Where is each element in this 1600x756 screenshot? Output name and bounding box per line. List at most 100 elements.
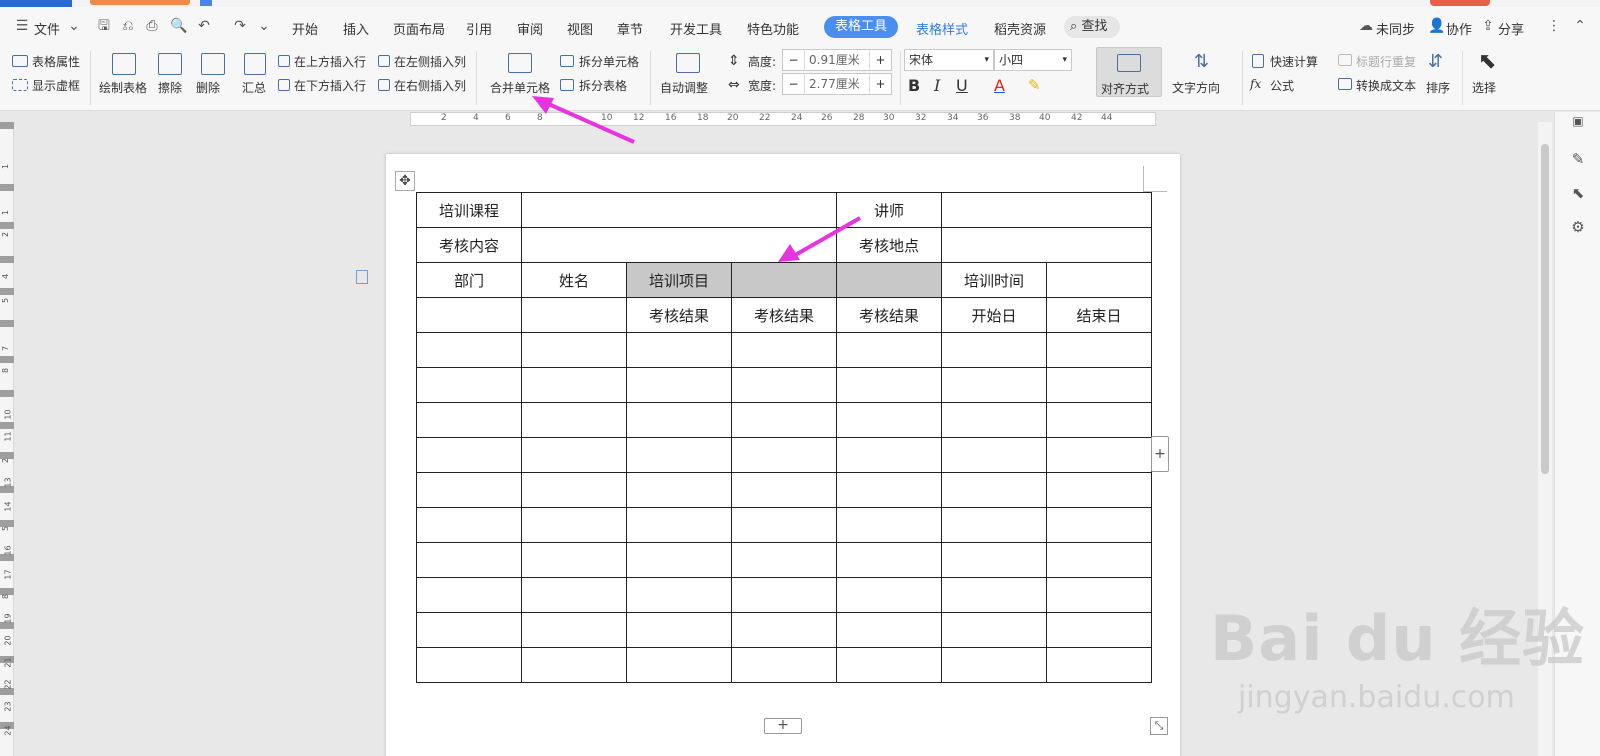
table-cell[interactable]	[731, 472, 837, 508]
formula-button[interactable]: 公式	[1270, 77, 1294, 94]
table-cell[interactable]	[521, 332, 627, 368]
title-repeat-button[interactable]: 标题行重复	[1356, 53, 1416, 70]
table-cell[interactable]	[521, 437, 627, 473]
table-cell[interactable]: 部门	[416, 262, 522, 298]
tab-developer[interactable]: 开发工具	[670, 19, 722, 38]
app-tab[interactable]	[0, 0, 72, 7]
pen-icon[interactable]: ✎	[1569, 150, 1587, 168]
document-icon[interactable]	[356, 270, 368, 284]
table-cell[interactable]	[941, 612, 1047, 648]
table-cell[interactable]	[1046, 402, 1152, 438]
table-cell[interactable]	[521, 367, 627, 403]
table-cell[interactable]	[941, 542, 1047, 578]
text-direction-button[interactable]: 文字方向	[1172, 79, 1220, 96]
collab-button[interactable]: 协作	[1446, 19, 1472, 38]
align-button[interactable]: 对齐方式	[1096, 47, 1162, 97]
show-grid-button[interactable]: 显示虚框	[32, 77, 80, 94]
table-cell[interactable]	[836, 367, 942, 403]
split-cells-button[interactable]: 拆分单元格	[579, 53, 639, 70]
add-column-button[interactable]: +	[1151, 436, 1169, 472]
table-cell[interactable]	[836, 472, 942, 508]
table-cell[interactable]	[416, 577, 522, 613]
table-cell[interactable]	[731, 367, 837, 403]
table-cell[interactable]	[1046, 437, 1152, 473]
auto-adjust-button[interactable]: 自动调整	[660, 79, 708, 96]
settings-sliders-icon[interactable]: ⚙	[1569, 218, 1587, 236]
panel-toggle-icon[interactable]: ▣	[1569, 112, 1587, 130]
erase-button[interactable]: 擦除	[158, 79, 182, 96]
collapse-ribbon-icon[interactable]: ⌃	[1572, 18, 1588, 34]
table-cell[interactable]	[626, 612, 732, 648]
table-cell[interactable]	[941, 647, 1047, 683]
table-cell[interactable]	[521, 612, 627, 648]
table-cell[interactable]	[626, 577, 732, 613]
table-props-button[interactable]: 表格属性	[32, 53, 80, 70]
table-cell[interactable]	[626, 647, 732, 683]
search-button[interactable]: ⌕ 查找	[1064, 16, 1120, 38]
table-cell[interactable]	[626, 472, 732, 508]
tab-features[interactable]: 特色功能	[747, 19, 799, 38]
print-preview-icon[interactable]: 🔍	[170, 18, 187, 34]
table-cell[interactable]	[731, 507, 837, 543]
table-cell[interactable]	[1046, 577, 1152, 613]
italic-icon[interactable]: I	[934, 76, 940, 95]
table-cell[interactable]	[626, 542, 732, 578]
add-row-button[interactable]: +	[764, 718, 802, 734]
table-cell[interactable]	[521, 647, 627, 683]
hamburger-icon[interactable]: ☰	[14, 18, 30, 34]
table-cell[interactable]	[626, 437, 732, 473]
table-cell[interactable]	[521, 507, 627, 543]
table-cell[interactable]: 培训时间	[941, 262, 1047, 298]
table-cell[interactable]	[521, 472, 627, 508]
table-cell[interactable]	[836, 577, 942, 613]
unsync-button[interactable]: 未同步	[1376, 19, 1415, 38]
table-cell[interactable]	[1046, 542, 1152, 578]
more-icon[interactable]: ⋮	[1546, 18, 1562, 34]
insert-left-button[interactable]: 在左侧插入列	[394, 53, 466, 70]
highlight-icon[interactable]: ✎	[1028, 76, 1041, 94]
table-cell[interactable]	[626, 507, 732, 543]
table-cell[interactable]	[521, 402, 627, 438]
table-cell[interactable]	[941, 192, 1152, 228]
table-cell[interactable]	[731, 577, 837, 613]
table-cell[interactable]	[1046, 332, 1152, 368]
pointer-icon[interactable]: ⬉	[1569, 184, 1587, 202]
table-cell[interactable]	[941, 437, 1047, 473]
table-cell[interactable]	[521, 542, 627, 578]
menu-file[interactable]: 文件	[34, 19, 60, 38]
table-resize-handle[interactable]: ⤡	[1150, 717, 1168, 735]
table-cell[interactable]	[731, 612, 837, 648]
to-text-button[interactable]: 转换成文本	[1356, 77, 1416, 94]
horizontal-ruler[interactable]: 2 4 6 8 10 12 16 18 20 22 24 26 28 30 32 34 36 38 40 42 44	[410, 112, 1156, 126]
table-cell[interactable]	[416, 367, 522, 403]
customize-icon[interactable]: ⌄	[256, 18, 272, 34]
font-size-select[interactable]: 小四 ▾	[994, 49, 1072, 71]
quick-calc-button[interactable]: 快速计算	[1270, 53, 1318, 70]
table-cell[interactable]	[416, 437, 522, 473]
table-cell[interactable]	[416, 647, 522, 683]
table-cell[interactable]	[836, 507, 942, 543]
vertical-ruler[interactable]: 1 1 2 4 5 7 8 10 11 2 13 14 5 16 17 8 19 20 21 22 23 24	[0, 122, 14, 756]
share-button[interactable]: 分享	[1498, 19, 1524, 38]
table-cell[interactable]	[416, 542, 522, 578]
table-cell[interactable]: 考核结果	[731, 297, 837, 333]
table-cell[interactable]	[521, 577, 627, 613]
table-cell[interactable]	[731, 332, 837, 368]
print-icon[interactable]: ⎙	[144, 18, 160, 34]
table-cell[interactable]	[836, 332, 942, 368]
chevron-down-icon[interactable]: ⌄	[66, 18, 82, 34]
height-decrement-button[interactable]: −	[783, 50, 805, 70]
sort-button[interactable]: 排序	[1426, 79, 1450, 96]
table-cell[interactable]	[941, 472, 1047, 508]
table-cell[interactable]	[1046, 472, 1152, 508]
draw-table-button[interactable]: 绘制表格	[99, 79, 147, 96]
tab-references[interactable]: 引用	[466, 19, 492, 38]
table-cell[interactable]	[836, 647, 942, 683]
table-cell[interactable]	[626, 332, 732, 368]
tab-view[interactable]: 视图	[567, 19, 593, 38]
undo-icon[interactable]: ↶	[196, 18, 212, 34]
table-cell[interactable]	[836, 542, 942, 578]
insert-below-button[interactable]: 在下方插入行	[294, 77, 366, 94]
width-increment-button[interactable]: +	[869, 74, 891, 94]
doc-tab[interactable]	[90, 0, 190, 5]
